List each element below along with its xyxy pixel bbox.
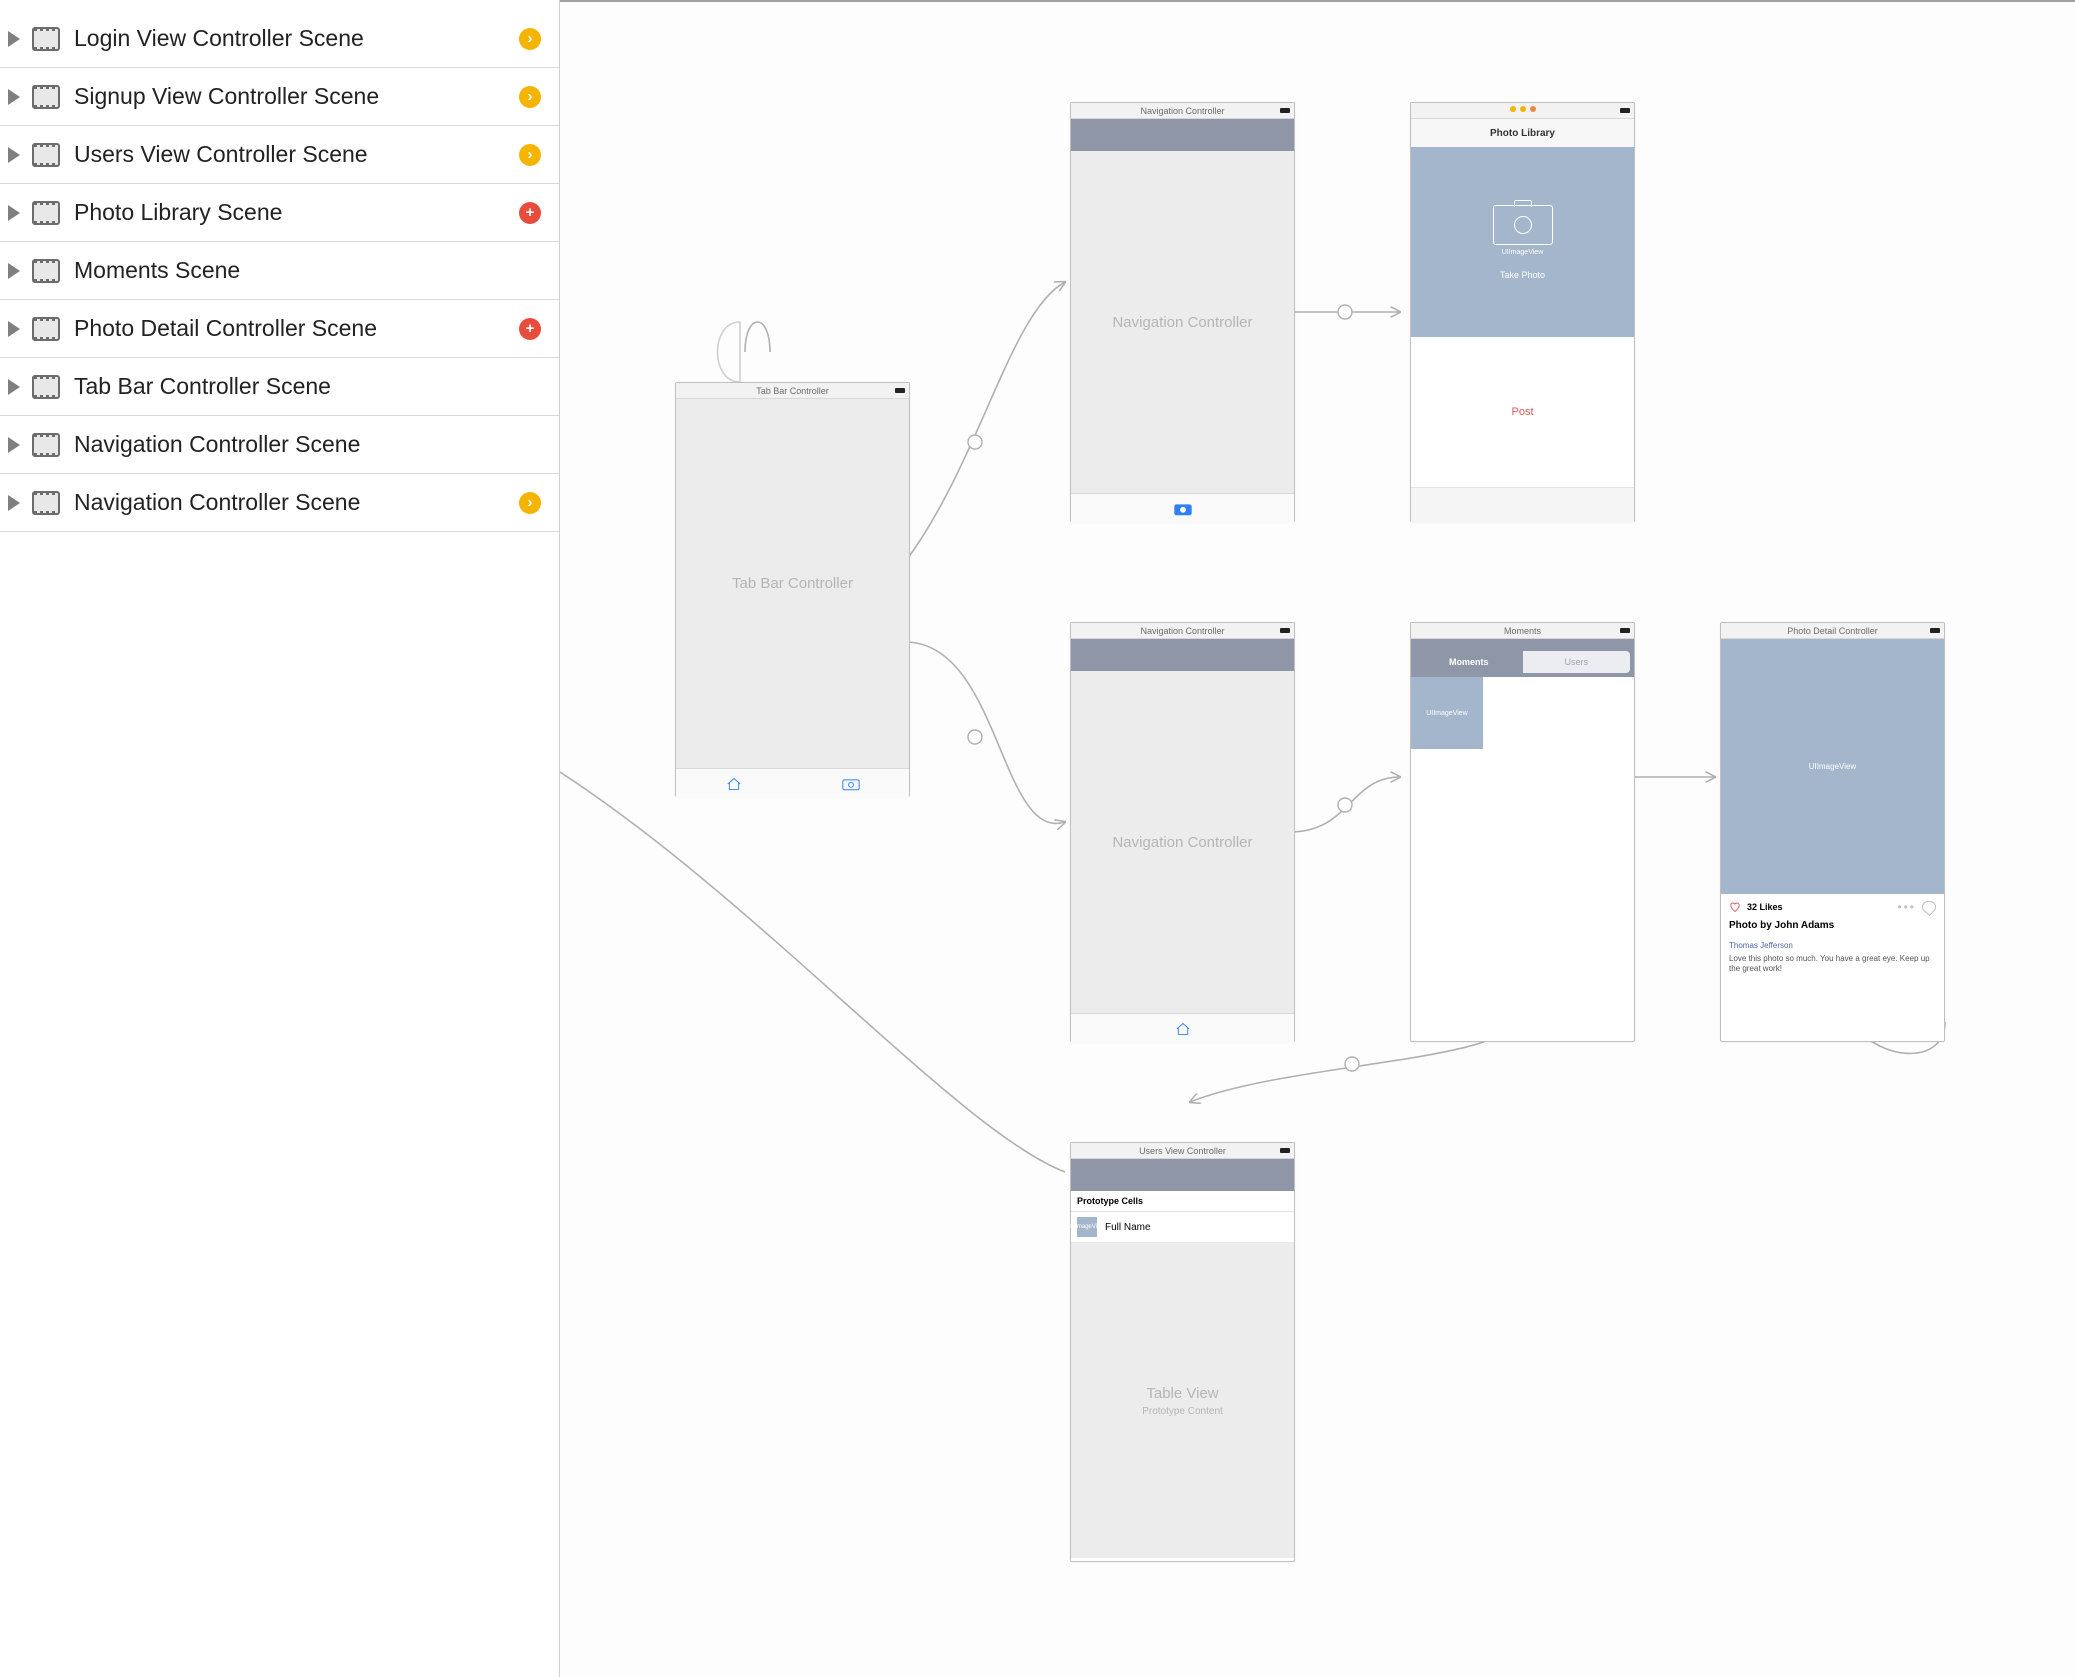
outline-label: Photo Library Scene <box>74 199 519 226</box>
cell-avatar-placeholder: UIImageView <box>1077 1217 1097 1237</box>
scene-navigation-controller[interactable]: Navigation Controller Navigation Control… <box>1070 622 1295 1042</box>
storyboard-scene-icon <box>32 143 60 167</box>
navigation-bar: Moments Users <box>1411 639 1634 677</box>
placeholder-text: Tab Bar Controller <box>732 575 853 592</box>
tableview-placeholder: Table View <box>1146 1385 1218 1402</box>
take-photo-button[interactable]: Take Photo <box>1500 270 1545 280</box>
comment-icon[interactable] <box>1922 901 1936 913</box>
error-status-icon[interactable]: + <box>519 202 541 224</box>
outline-row[interactable]: Signup View Controller Scene › <box>0 68 559 126</box>
scene-titlebar <box>1411 103 1634 119</box>
document-outline: Login View Controller Scene › Signup Vie… <box>0 0 560 1677</box>
scene-users-view-controller[interactable]: Users View Controller Prototype Cells UI… <box>1070 1142 1295 1562</box>
segment-users[interactable]: Users <box>1523 651 1631 673</box>
tableview-subtitle: Prototype Content <box>1142 1406 1223 1417</box>
storyboard-scene-icon <box>32 375 60 399</box>
outline-label: Moments Scene <box>74 257 541 284</box>
disclosure-triangle-icon[interactable] <box>8 147 20 163</box>
placeholder-text: Navigation Controller <box>1112 834 1252 851</box>
outline-row[interactable]: Tab Bar Controller Scene <box>0 358 559 416</box>
outline-row[interactable]: Users View Controller Scene › <box>0 126 559 184</box>
error-status-icon[interactable]: + <box>519 318 541 340</box>
heart-icon[interactable] <box>1729 901 1741 913</box>
scene-titlebar: Users View Controller <box>1071 1143 1294 1159</box>
storyboard-scene-icon <box>32 259 60 283</box>
traffic-light-icons <box>1510 106 1536 112</box>
navigation-bar <box>1071 1159 1294 1191</box>
scene-photo-detail[interactable]: Photo Detail Controller UIImageView 32 L… <box>1720 622 1945 1042</box>
camera-tab-icon[interactable] <box>1174 502 1192 516</box>
cell-label: Full Name <box>1105 1222 1151 1233</box>
scene-titlebar: Moments <box>1411 623 1634 639</box>
outline-label: Login View Controller Scene <box>74 25 519 52</box>
disclosure-triangle-icon[interactable] <box>8 379 20 395</box>
storyboard-scene-icon <box>32 27 60 51</box>
camera-outline-icon <box>1493 205 1553 245</box>
post-button[interactable]: Post <box>1511 406 1533 418</box>
home-tab-icon[interactable] <box>1174 1022 1192 1036</box>
outline-row[interactable]: Moments Scene <box>0 242 559 300</box>
tab-bar <box>1071 493 1294 523</box>
storyboard-scene-icon <box>32 201 60 225</box>
disclosure-triangle-icon[interactable] <box>8 495 20 511</box>
disclosure-triangle-icon[interactable] <box>8 89 20 105</box>
commenter-link[interactable]: Thomas Jefferson <box>1721 937 1944 952</box>
outline-label: Navigation Controller Scene <box>74 489 519 516</box>
disclosure-triangle-icon[interactable] <box>8 31 20 47</box>
toolbar <box>1411 487 1634 522</box>
placeholder-text: Navigation Controller <box>1112 314 1252 331</box>
image-view-placeholder[interactable]: UIImageView Take Photo <box>1411 147 1634 337</box>
scene-photo-library[interactable]: Photo Library UIImageView Take Photo Pos… <box>1410 102 1635 522</box>
navigation-bar <box>1071 639 1294 671</box>
segment-moments[interactable]: Moments <box>1415 651 1523 673</box>
outline-row[interactable]: Navigation Controller Scene › <box>0 474 559 532</box>
tab-bar <box>1071 1013 1294 1043</box>
disclosure-triangle-icon[interactable] <box>8 205 20 221</box>
comment-text: Love this photo so much. You have a grea… <box>1721 952 1944 983</box>
image-view-placeholder: UIImageView <box>1721 639 1944 894</box>
photo-title: Photo by John Adams <box>1721 920 1944 937</box>
warning-status-icon[interactable]: › <box>519 86 541 108</box>
outline-row[interactable]: Photo Detail Controller Scene + <box>0 300 559 358</box>
scene-titlebar: Tab Bar Controller <box>676 383 909 399</box>
outline-row[interactable]: Navigation Controller Scene <box>0 416 559 474</box>
outline-label: Navigation Controller Scene <box>74 431 541 458</box>
prototype-cells-header: Prototype Cells <box>1071 1191 1294 1212</box>
likes-row: 32 Likes ••• <box>1721 894 1944 920</box>
scene-titlebar: Photo Detail Controller <box>1721 623 1944 639</box>
outline-label: Users View Controller Scene <box>74 141 519 168</box>
prototype-cell[interactable]: UIImageView Full Name <box>1071 1212 1294 1243</box>
storyboard-scene-icon <box>32 85 60 109</box>
scene-titlebar: Navigation Controller <box>1071 103 1294 119</box>
disclosure-triangle-icon[interactable] <box>8 263 20 279</box>
camera-tab-icon[interactable] <box>842 777 860 791</box>
scene-tabbar-controller[interactable]: Tab Bar Controller Tab Bar Controller <box>675 382 910 797</box>
navigation-bar: Photo Library <box>1411 119 1634 147</box>
warning-status-icon[interactable]: › <box>519 144 541 166</box>
storyboard-scene-icon <box>32 491 60 515</box>
more-icon[interactable]: ••• <box>1897 900 1916 914</box>
likes-count: 32 Likes <box>1747 902 1783 912</box>
collection-cell-thumbnail[interactable]: UIImageView <box>1411 677 1483 749</box>
outline-label: Photo Detail Controller Scene <box>74 315 519 342</box>
storyboard-canvas[interactable]: Tab Bar Controller Tab Bar Controller Na… <box>560 0 2075 1677</box>
navigation-bar <box>1071 119 1294 151</box>
outline-row[interactable]: Login View Controller Scene › <box>0 10 559 68</box>
outline-label: Signup View Controller Scene <box>74 83 519 110</box>
outline-label: Tab Bar Controller Scene <box>74 373 541 400</box>
storyboard-scene-icon <box>32 317 60 341</box>
tab-bar <box>676 768 909 798</box>
storyboard-scene-icon <box>32 433 60 457</box>
scene-navigation-controller[interactable]: Navigation Controller Navigation Control… <box>1070 102 1295 522</box>
disclosure-triangle-icon[interactable] <box>8 437 20 453</box>
warning-status-icon[interactable]: › <box>519 492 541 514</box>
scene-moments[interactable]: Moments Moments Users UIImageView <box>1410 622 1635 1042</box>
home-tab-icon[interactable] <box>725 777 743 791</box>
scene-titlebar: Navigation Controller <box>1071 623 1294 639</box>
warning-status-icon[interactable]: › <box>519 28 541 50</box>
segmented-control[interactable]: Moments Users <box>1415 651 1630 673</box>
outline-row[interactable]: Photo Library Scene + <box>0 184 559 242</box>
disclosure-triangle-icon[interactable] <box>8 321 20 337</box>
